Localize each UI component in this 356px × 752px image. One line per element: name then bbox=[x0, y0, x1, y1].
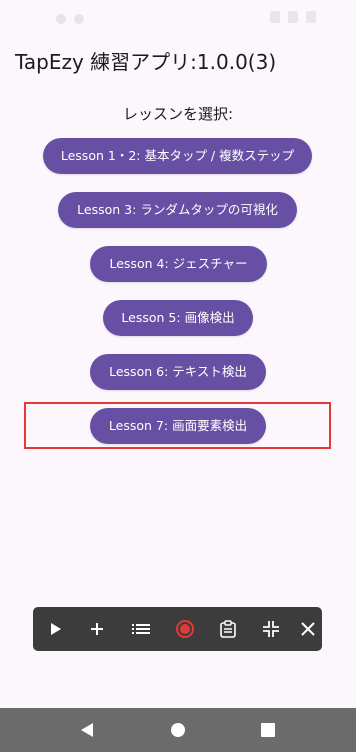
clipboard-icon bbox=[220, 620, 236, 638]
floating-toolbar bbox=[33, 607, 322, 651]
battery-icon bbox=[306, 11, 316, 23]
home-button[interactable] bbox=[166, 718, 190, 742]
collapse-icon bbox=[263, 621, 279, 637]
list-button[interactable] bbox=[127, 615, 155, 643]
back-icon bbox=[81, 723, 93, 737]
add-button[interactable] bbox=[83, 615, 111, 643]
plus-icon bbox=[91, 623, 103, 635]
home-icon bbox=[171, 723, 185, 737]
close-icon bbox=[301, 622, 315, 636]
navigation-bar bbox=[0, 708, 356, 752]
lesson-6-button[interactable]: Lesson 6: テキスト検出 bbox=[90, 354, 266, 390]
notification-icon bbox=[56, 14, 66, 24]
list-icon bbox=[132, 624, 150, 634]
recents-icon bbox=[261, 723, 275, 737]
wifi-icon bbox=[270, 11, 280, 23]
status-bar bbox=[0, 0, 356, 32]
lesson-3-button[interactable]: Lesson 3: ランダムタップの可視化 bbox=[58, 192, 297, 228]
close-button[interactable] bbox=[294, 615, 322, 643]
highlight-frame bbox=[24, 402, 331, 449]
status-system-icons bbox=[262, 8, 342, 23]
lesson-4-button[interactable]: Lesson 4: ジェスチャー bbox=[90, 246, 267, 282]
notification-icon bbox=[74, 14, 84, 24]
status-notification-icons bbox=[56, 9, 96, 24]
clipboard-button[interactable] bbox=[214, 615, 242, 643]
lesson-select-prompt: レッスンを選択: bbox=[122, 105, 234, 123]
lesson-5-button[interactable]: Lesson 5: 画像検出 bbox=[103, 300, 253, 336]
app-title: TapEzy 練習アプリ:1.0.0(3) bbox=[15, 50, 277, 74]
lesson-1-2-button[interactable]: Lesson 1・2: 基本タップ / 複数ステップ bbox=[43, 138, 312, 174]
play-icon bbox=[51, 623, 61, 635]
record-button[interactable] bbox=[171, 615, 199, 643]
signal-icon bbox=[288, 11, 298, 23]
play-button[interactable] bbox=[41, 615, 69, 643]
collapse-button[interactable] bbox=[257, 615, 285, 643]
back-button[interactable] bbox=[75, 718, 99, 742]
recents-button[interactable] bbox=[256, 718, 280, 742]
record-icon bbox=[176, 620, 194, 638]
